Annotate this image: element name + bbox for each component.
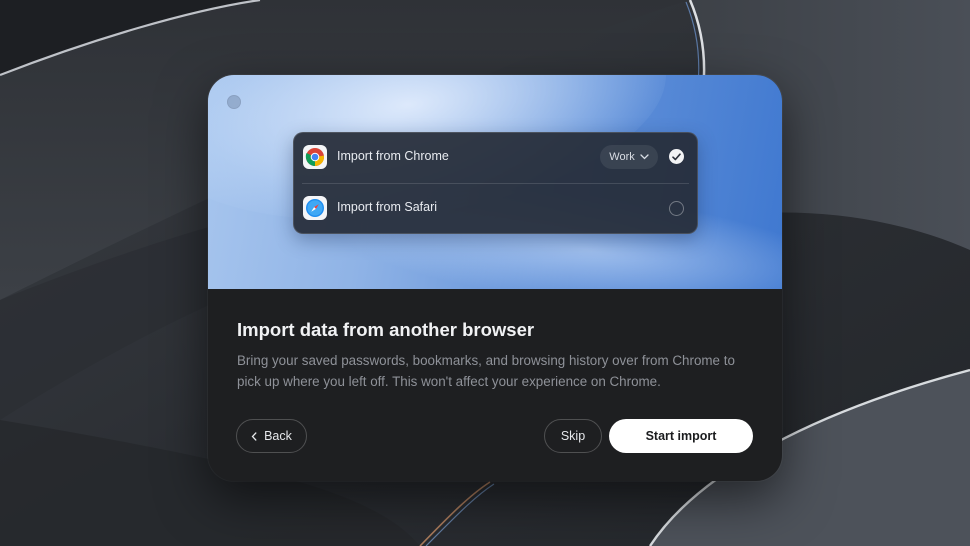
back-button[interactable]: Back — [236, 419, 307, 453]
checkmark-icon — [672, 152, 681, 160]
import-option-label: Import from Safari — [337, 200, 438, 214]
start-import-button[interactable]: Start import — [609, 419, 753, 453]
dialog-title: Import data from another browser — [237, 319, 535, 340]
dialog-content: Import data from another browser Bring y… — [208, 289, 782, 481]
safari-icon — [303, 196, 327, 220]
import-option-safari[interactable]: Import from Safari — [294, 184, 697, 234]
import-options-panel: Import from Chrome Work Import from Safa… — [293, 132, 698, 234]
window-control-dot[interactable] — [227, 95, 241, 109]
profile-dropdown[interactable]: Work — [600, 145, 658, 169]
skip-button-label: Skip — [560, 429, 586, 443]
desktop-wallpaper: Import from Chrome Work Import from Safa… — [0, 0, 970, 546]
chrome-icon — [303, 145, 327, 169]
back-button-label: Back — [264, 429, 292, 443]
hero-banner: Import from Chrome Work Import from Safa… — [208, 75, 782, 289]
skip-button[interactable]: Skip — [544, 419, 602, 453]
start-import-button-label: Start import — [645, 429, 717, 443]
radio-selected[interactable] — [669, 149, 684, 164]
chevron-down-icon — [640, 154, 649, 160]
dialog-description: Bring your saved passwords, bookmarks, a… — [237, 353, 735, 389]
profile-dropdown-value: Work — [609, 151, 635, 163]
import-option-label: Import from Chrome — [337, 149, 449, 163]
radio-unselected[interactable] — [669, 201, 684, 216]
import-dialog: Import from Chrome Work Import from Safa… — [208, 75, 782, 481]
import-option-chrome[interactable]: Import from Chrome Work — [294, 133, 697, 183]
chevron-left-icon — [251, 431, 257, 441]
